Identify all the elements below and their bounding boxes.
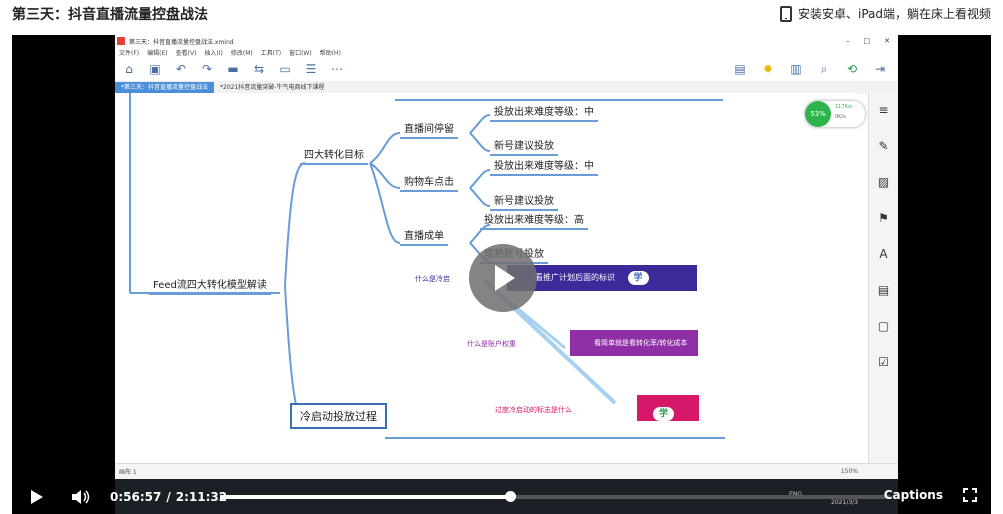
big-play-button[interactable] xyxy=(469,244,537,312)
root-topic[interactable]: Feed流四大转化模型解读 xyxy=(149,276,271,295)
brush-icon: ✎ xyxy=(878,139,889,153)
topic-cart-item-1[interactable]: 投放出来难度等级：中 xyxy=(490,157,598,176)
q2-bar-text: 看简单就是看转化率/转化成本 xyxy=(594,339,688,347)
topic-order[interactable]: 直播成单 xyxy=(400,227,448,246)
tablet-link-label: 安装安卓、iPad端，躺在床上看视频 xyxy=(797,7,991,21)
undo-icon: ↶ xyxy=(175,62,187,76)
home-icon: ⌂ xyxy=(125,62,133,76)
topic-stay[interactable]: 直播间停留 xyxy=(400,120,458,139)
xmind-menubar: 文件(F) 编辑(E) 查看(V) 插入(I) 修改(M) 工具(T) 窗口(W… xyxy=(115,47,898,57)
topic-four-goals[interactable]: 四大转化目标 xyxy=(300,146,368,165)
progress-bar[interactable] xyxy=(220,491,890,502)
text-icon: A xyxy=(879,247,888,261)
topic-stay-item-1[interactable]: 投放出来难度等级：中 xyxy=(490,103,598,122)
volume-icon[interactable] xyxy=(66,489,96,505)
topic-cold-start[interactable]: 冷启动投放过程 xyxy=(290,403,387,429)
window-buttons: – □ ✕ xyxy=(846,37,898,45)
summary-icon: ☰ xyxy=(305,62,317,76)
xmind-window-title: 第三天：抖音直播流量控盘战法.xmind xyxy=(129,38,234,46)
player-controls: 0:56:57 / 2:11:32 Captions xyxy=(12,479,991,514)
q2-bar[interactable]: 看简单就是看转化率/转化成本 xyxy=(570,330,698,356)
topic-cart-item-2[interactable]: 新号建议投放 xyxy=(490,192,558,211)
xmind-toolbar: ⌂ ▣ ↶ ↷ ▬ ⇆ ▭ ☰ ⋯ ▤ ✹ ▥ ⌕ ⟲ ⇥ xyxy=(115,57,898,82)
maximize-icon: □ xyxy=(863,37,871,45)
topic-cart[interactable]: 购物车点击 xyxy=(400,173,458,192)
cpu-percent: 53% xyxy=(805,101,831,127)
q3-bar[interactable]: 学 xyxy=(637,395,699,421)
q3-label: 过度冷启动的标志是什么 xyxy=(495,406,572,414)
brainstorm-icon: ✹ xyxy=(762,61,774,76)
xmind-statusbar: 画布 1 150% xyxy=(115,463,898,479)
study-badge-2: 学 xyxy=(653,407,675,421)
topic-stay-item-2[interactable]: 新号建议投放 xyxy=(490,137,558,156)
menu-edit: 编辑(E) xyxy=(147,49,168,57)
comment-icon: ▢ xyxy=(877,319,890,333)
boundary-icon: ▭ xyxy=(279,62,291,76)
q1-label: 什么是冷启 xyxy=(415,275,450,283)
menu-view: 查看(V) xyxy=(175,49,197,57)
menu-tools: 工具(T) xyxy=(260,49,282,57)
share-icon: ⟲ xyxy=(846,61,858,76)
progress-thumb[interactable] xyxy=(505,491,517,502)
notes-icon: ▤ xyxy=(877,283,890,297)
export-icon: ⇥ xyxy=(874,61,886,76)
relationship-icon: ⇆ xyxy=(253,62,265,76)
minimize-icon: – xyxy=(846,37,850,45)
menu-insert: 插入(I) xyxy=(204,49,223,57)
save-icon: ▣ xyxy=(149,62,161,76)
menu-window: 窗口(W) xyxy=(289,49,312,57)
list-icon: ≡ xyxy=(878,103,889,117)
video-player[interactable]: 第三天：抖音直播流量控盘战法.xmind – □ ✕ 文件(F) 编辑(E) 查看(… xyxy=(12,35,991,514)
progress-fill xyxy=(220,495,511,499)
q1-bar-text: 看推广计划后面的标识 xyxy=(535,273,615,282)
menu-modify: 修改(M) xyxy=(230,49,253,57)
topic-icon: ▬ xyxy=(227,62,239,76)
redo-icon: ↷ xyxy=(201,62,213,76)
xmind-logo-icon xyxy=(117,37,125,45)
presentation-icon: ▤ xyxy=(734,61,746,76)
page-title: 第三天：抖音直播流量控盘战法 xyxy=(12,7,208,23)
search-icon: ⌕ xyxy=(820,61,828,76)
network-widget: 53% 117K/s 0K/s xyxy=(805,101,865,127)
close-icon: ✕ xyxy=(884,37,890,45)
image-icon: ▨ xyxy=(877,175,890,189)
outline-icon: ▥ xyxy=(790,61,802,76)
current-time: 0:56:57 xyxy=(110,489,162,504)
tablet-app-link[interactable]: 安装安卓、iPad端，躺在床上看视频 xyxy=(779,5,991,22)
fullscreen-icon[interactable] xyxy=(963,488,977,505)
captions-button[interactable]: Captions xyxy=(884,488,943,502)
time-separator: / xyxy=(166,489,171,504)
play-icon[interactable] xyxy=(22,489,52,505)
study-badge: 学 xyxy=(627,271,649,285)
right-panel: ≡ ✎ ▨ ⚑ A ▤ ▢ ☑ xyxy=(868,93,898,465)
q2-label: 什么是账户权重 xyxy=(467,340,516,348)
flag-icon: ⚑ xyxy=(878,211,889,225)
task-icon: ☑ xyxy=(878,355,889,369)
tablet-icon xyxy=(779,5,792,22)
zoom-level: 150% xyxy=(840,468,858,475)
sheet-tab: 画布 1 xyxy=(119,469,137,476)
topic-order-item-1[interactable]: 投放出来难度等级：高 xyxy=(480,211,588,230)
download-speed: 0K/s xyxy=(835,114,846,120)
menu-file: 文件(F) xyxy=(119,49,140,57)
more-icon: ⋯ xyxy=(331,62,343,76)
xmind-titlebar: 第三天：抖音直播流量控盘战法.xmind – □ ✕ xyxy=(115,35,898,47)
menu-help: 帮助(H) xyxy=(319,49,341,57)
upload-speed: 117K/s xyxy=(835,104,853,110)
